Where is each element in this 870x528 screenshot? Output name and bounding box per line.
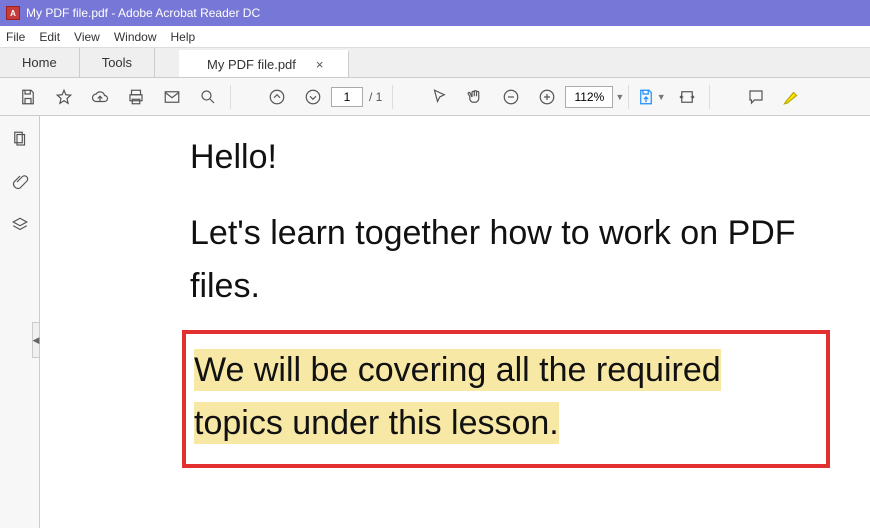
page-number-input[interactable] [331, 87, 363, 107]
prev-page-button[interactable] [259, 81, 295, 113]
app-icon: A [6, 6, 20, 20]
tab-document[interactable]: My PDF file.pdf × [179, 50, 348, 77]
zoom-dropdown-icon[interactable]: ▼ [615, 92, 624, 102]
star-icon [55, 88, 73, 106]
hand-icon [466, 88, 484, 106]
save-button[interactable] [10, 81, 46, 113]
search-icon [199, 88, 217, 106]
find-button[interactable] [190, 81, 226, 113]
layers-icon [11, 216, 29, 234]
highlight-button[interactable] [774, 81, 810, 113]
fit-width-icon [678, 88, 696, 106]
thumbnails-icon [11, 130, 29, 148]
highlighted-text-2: topics under this lesson. [194, 397, 818, 450]
cloud-button[interactable] [82, 81, 118, 113]
separator [230, 85, 231, 109]
save-as-button[interactable]: ▼ [633, 81, 669, 113]
document-viewport[interactable]: Hello! Let's learn together how to work … [40, 116, 870, 528]
menu-view[interactable]: View [74, 30, 100, 44]
menu-window[interactable]: Window [114, 30, 157, 44]
selection-tool-button[interactable] [421, 81, 457, 113]
separator [709, 85, 710, 109]
zoom-input[interactable] [565, 86, 613, 108]
tab-close-button[interactable]: × [316, 57, 324, 72]
title-bar: A My PDF file.pdf - Adobe Acrobat Reader… [0, 0, 870, 26]
navigation-panel: ◀ [0, 116, 40, 528]
text-line-2: Let's learn together how to work on PDF … [190, 207, 830, 312]
plus-circle-icon [538, 88, 556, 106]
menu-help[interactable]: Help [171, 30, 196, 44]
highlighted-text-1: We will be covering all the required [194, 344, 818, 397]
tab-document-label: My PDF file.pdf [207, 57, 296, 72]
email-button[interactable] [154, 81, 190, 113]
cursor-icon [430, 88, 448, 106]
print-icon [127, 88, 145, 106]
layers-button[interactable] [11, 216, 29, 239]
star-button[interactable] [46, 81, 82, 113]
page-width-button[interactable] [669, 81, 705, 113]
hand-tool-button[interactable] [457, 81, 493, 113]
email-icon [163, 88, 181, 106]
arrow-up-icon [268, 88, 286, 106]
thumbnails-button[interactable] [11, 130, 29, 153]
menu-file[interactable]: File [6, 30, 25, 44]
text-line-1: Hello! [190, 138, 830, 177]
toolbar: / 1 ▼ ▼ [0, 78, 870, 116]
arrow-down-icon [304, 88, 322, 106]
page-total-label: / 1 [369, 90, 382, 104]
menu-edit[interactable]: Edit [39, 30, 60, 44]
annotation-callout: We will be covering all the required top… [182, 330, 830, 467]
tab-bar: Home Tools My PDF file.pdf × [0, 48, 870, 78]
comment-icon [747, 88, 765, 106]
save-icon [19, 88, 37, 106]
separator [392, 85, 393, 109]
zoom-in-button[interactable] [529, 81, 565, 113]
tab-tools[interactable]: Tools [80, 48, 155, 77]
comment-button[interactable] [738, 81, 774, 113]
attachments-button[interactable] [11, 173, 29, 196]
cloud-upload-icon [91, 88, 109, 106]
minus-circle-icon [502, 88, 520, 106]
separator [628, 85, 629, 109]
print-button[interactable] [118, 81, 154, 113]
collapse-panel-button[interactable]: ◀ [32, 322, 40, 358]
zoom-out-button[interactable] [493, 81, 529, 113]
tab-home[interactable]: Home [0, 48, 80, 77]
work-area: ◀ Hello! Let's learn together how to wor… [0, 116, 870, 528]
menu-bar: File Edit View Window Help [0, 26, 870, 48]
chevron-down-icon: ▼ [657, 92, 666, 102]
window-title: My PDF file.pdf - Adobe Acrobat Reader D… [26, 6, 260, 20]
save-as-icon [637, 88, 655, 106]
paperclip-icon [11, 173, 29, 191]
highlight-icon [783, 88, 801, 106]
next-page-button[interactable] [295, 81, 331, 113]
page-content: Hello! Let's learn together how to work … [40, 116, 870, 528]
